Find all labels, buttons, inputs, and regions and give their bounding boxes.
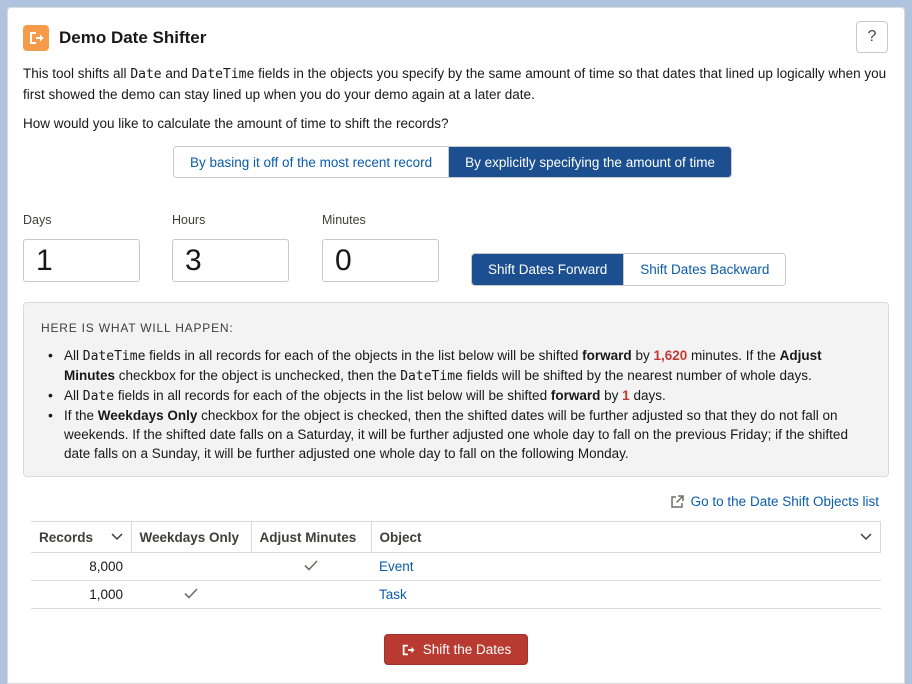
datetime-code: DateTime [191,67,255,82]
minutes-input[interactable]: 0 [322,239,439,282]
list-item: All DateTime fields in all records for e… [46,346,872,386]
chevron-down-icon[interactable] [110,533,123,541]
adjust-minutes-cell [251,580,371,609]
days-total: 1 [622,388,630,403]
weekdays-only-cell [131,552,251,581]
what-will-happen-list: All DateTime fields in all records for e… [46,346,872,463]
object-link[interactable]: Task [379,587,407,602]
object-cell: Event [371,552,881,581]
calc-mode-recent-record[interactable]: By basing it off of the most recent reco… [174,147,449,177]
list-item: All Date fields in all records for each … [46,386,872,406]
records-cell: 8,000 [31,552,131,581]
minutes-total: 1,620 [653,348,688,363]
weekdays-only-cell [131,580,251,609]
hours-input[interactable]: 3 [172,239,289,282]
date-shift-objects-table: Records Weekdays Only Adjust Minutes Obj… [31,521,881,609]
card-header: Demo Date Shifter [23,23,206,53]
help-button[interactable]: ? [856,21,888,53]
hours-field: Hours 3 [172,213,289,282]
external-link-icon [670,494,684,508]
chevron-down-icon[interactable] [860,533,872,541]
what-will-happen-panel: HERE IS WHAT WILL HAPPEN: All DateTime f… [23,302,889,477]
shift-forward-button[interactable]: Shift Dates Forward [472,254,624,285]
date-shifter-card: Demo Date Shifter ? This tool shifts all… [7,7,905,684]
column-header-adjust-minutes: Adjust Minutes [250,521,371,553]
date-shift-objects-link-label: Go to the Date Shift Objects list [690,494,879,509]
days-field: Days 1 [23,213,140,282]
days-label: Days [23,213,52,227]
object-cell: Task [371,580,881,609]
column-header-weekdays-only: Weekdays Only [130,521,251,553]
column-header-object[interactable]: Object [370,521,881,553]
days-input[interactable]: 1 [23,239,140,282]
object-link[interactable]: Event [379,559,414,574]
calc-question: How would you like to calculate the amou… [23,116,449,131]
date-shift-app-icon [23,25,49,51]
calc-mode-toggle: By basing it off of the most recent reco… [173,146,732,178]
what-will-happen-title: HERE IS WHAT WILL HAPPEN: [41,321,234,335]
direction-toggle: Shift Dates Forward Shift Dates Backward [471,253,787,286]
date-shift-icon [402,644,415,655]
checkmark-icon [184,588,198,599]
shift-backward-button[interactable]: Shift Dates Backward [623,254,786,285]
table-row: 8,000 Event [31,552,881,581]
adjust-minutes-cell [251,552,371,581]
shift-the-dates-button[interactable]: Shift the Dates [384,634,528,665]
records-cell: 1,000 [31,580,131,609]
intro-text: This tool shifts all Date and DateTime f… [23,66,887,102]
list-item: If the Weekdays Only checkbox for the ob… [46,406,872,463]
table-row: 1,000 Task [31,580,881,609]
hours-label: Hours [172,213,206,227]
checkmark-icon [304,560,318,571]
column-header-records[interactable]: Records [31,521,131,553]
date-code: Date [130,67,162,82]
shift-the-dates-label: Shift the Dates [422,642,512,657]
minutes-label: Minutes [322,213,366,227]
calc-mode-explicit[interactable]: By explicitly specifying the amount of t… [448,147,731,177]
app-title: Demo Date Shifter [59,28,207,47]
date-shift-objects-link[interactable]: Go to the Date Shift Objects list [670,494,879,509]
minutes-field: Minutes 0 [322,213,439,282]
